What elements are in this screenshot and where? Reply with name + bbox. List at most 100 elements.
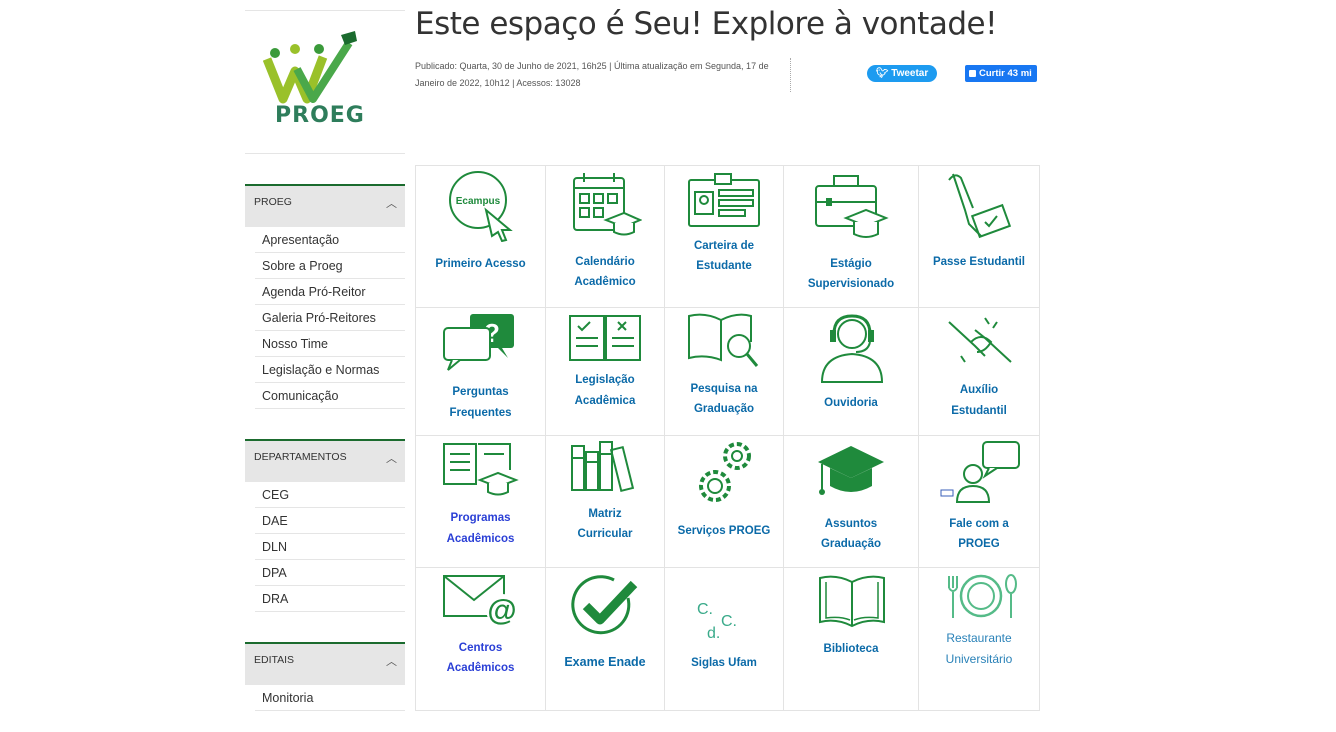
- sidebar-section-title: EDITAIS: [254, 654, 295, 666]
- page-title: Este espaço é Seu! Explore à vontade!: [415, 6, 998, 42]
- tile-siglas-ufam[interactable]: C. C. d. Siglas Ufam: [665, 568, 784, 711]
- proeg-logo-icon: [263, 31, 357, 104]
- headset-agent-icon: [820, 314, 884, 383]
- tile-programas-academicos[interactable]: Programas Acadêmicos: [416, 436, 546, 568]
- sidebar-section-header[interactable]: DEPARTAMENTOS ︿: [245, 439, 405, 482]
- sidebar-item-dln[interactable]: DLN: [255, 534, 405, 560]
- sidebar-item-apresentacao[interactable]: Apresentação: [255, 227, 405, 253]
- book-graduation-icon: [443, 443, 519, 496]
- tweet-button[interactable]: 🐦︎ Tweetar: [867, 65, 937, 82]
- tile-passe-estudantil[interactable]: Passe Estudantil: [919, 166, 1040, 308]
- tile-label: Programas: [450, 512, 511, 524]
- proeg-logo[interactable]: PROEG: [245, 10, 405, 154]
- sidebar-section-title: PROEG: [254, 196, 292, 208]
- tile-label: Fale com a: [949, 518, 1009, 530]
- tile-label: Centros: [458, 642, 503, 654]
- tweet-label: Tweetar: [891, 68, 929, 79]
- sidebar-item-nosso-time[interactable]: Nosso Time: [255, 331, 405, 357]
- letters-abbreviation-icon: C. C. d.: [697, 601, 737, 642]
- tile-label: Auxílio: [959, 384, 999, 396]
- tile-assuntos-graduacao[interactable]: Assuntos Graduação: [784, 436, 919, 568]
- open-book-checklist-icon: [569, 315, 641, 361]
- envelope-at-icon: @: [443, 575, 518, 627]
- meta-line: Janeiro de 2022, 10h12 | Acessos: 13028: [415, 78, 581, 88]
- gears-icon: [699, 442, 751, 502]
- ecampus-text: Ecampus: [456, 196, 501, 207]
- tile-biblioteca[interactable]: Biblioteca: [784, 568, 919, 711]
- hand-pass-card-icon: [948, 173, 1012, 239]
- tile-pesquisa-graduacao[interactable]: Pesquisa na Graduação: [665, 308, 784, 436]
- tile-label: Pesquisa na: [690, 383, 758, 395]
- services-grid: Ecampus Primeiro Acesso Calendário Acadê…: [415, 165, 1040, 711]
- tile-legislacao-academica[interactable]: Legislação Acadêmica: [546, 308, 665, 436]
- tile-calendario-academico[interactable]: Calendário Acadêmico: [546, 166, 665, 308]
- like-label: Curtir 43 mi: [979, 68, 1032, 79]
- tile-restaurante-universitario[interactable]: Restaurante Universitário: [919, 568, 1040, 711]
- svg-text:C.: C.: [697, 601, 713, 618]
- calendar-graduation-icon: [573, 173, 642, 236]
- sidebar-item-comunicacao[interactable]: Comunicação: [255, 383, 405, 409]
- chevron-up-icon[interactable]: ︿: [386, 653, 397, 669]
- tile-primeiro-acesso[interactable]: Ecampus Primeiro Acesso: [416, 166, 546, 308]
- tile-carteira-estudante[interactable]: Carteira de Estudante: [665, 166, 784, 308]
- tile-label: Passe Estudantil: [932, 256, 1026, 268]
- tile-label: Frequentes: [449, 407, 512, 419]
- tile-label: Graduação: [820, 538, 882, 550]
- tile-label: Legislação: [575, 374, 635, 386]
- tile-auxilio-estudantil[interactable]: Auxílio Estudantil: [919, 308, 1040, 436]
- tile-label: Estudante: [696, 260, 752, 272]
- sidebar-item-agenda[interactable]: Agenda Pró-Reitor: [255, 279, 405, 305]
- open-book-icon: [819, 575, 885, 628]
- tile-ouvidoria[interactable]: Ouvidoria: [784, 308, 919, 436]
- sidebar-item-ceg[interactable]: CEG: [255, 482, 405, 508]
- meta-divider: [790, 58, 791, 92]
- tile-label: Acadêmicos: [446, 662, 515, 674]
- tile-label: Carteira de: [693, 240, 755, 252]
- twitter-bird-icon: 🐦︎: [875, 68, 889, 79]
- tile-label: Siglas Ufam: [691, 657, 757, 669]
- person-chat-icon: [940, 441, 1020, 503]
- id-card-icon: [688, 173, 760, 227]
- chevron-up-icon[interactable]: ︿: [386, 195, 397, 211]
- logo-text: PROEG: [275, 103, 365, 128]
- chevron-up-icon[interactable]: ︿: [386, 450, 397, 466]
- article-meta: Publicado: Quarta, 30 de Junho de 2021, …: [415, 58, 777, 92]
- sidebar-item-dae[interactable]: DAE: [255, 508, 405, 534]
- sidebar: PROEG PROEG ︿ Apresentação Sobre a Proeg…: [245, 10, 405, 711]
- svg-text:d.: d.: [707, 625, 720, 642]
- sidebar-item-sobre[interactable]: Sobre a Proeg: [255, 253, 405, 279]
- tile-exame-enade[interactable]: Exame Enade: [546, 568, 665, 711]
- facebook-like-button[interactable]: Curtir 43 mi: [965, 65, 1037, 82]
- tile-label: Primeiro Acesso: [435, 258, 526, 270]
- sidebar-section-header[interactable]: PROEG ︿: [245, 184, 405, 227]
- sidebar-item-galeria[interactable]: Galeria Pró-Reitores: [255, 305, 405, 331]
- tile-label: Matriz: [588, 508, 622, 520]
- svg-text:@: @: [487, 594, 516, 627]
- graduation-cap-icon: [818, 446, 884, 495]
- tile-centros-academicos[interactable]: @ Centros Acadêmicos: [416, 568, 546, 711]
- sidebar-section-departamentos: DEPARTAMENTOS ︿ CEG DAE DLN DPA DRA: [245, 439, 405, 612]
- tile-label: Calendário: [575, 256, 635, 268]
- book-magnifier-icon: [688, 313, 759, 367]
- meta-line: Publicado: Quarta, 30 de Junho de 2021, …: [415, 61, 769, 71]
- tile-label: Perguntas: [452, 386, 509, 398]
- tile-label: PROEG: [958, 538, 1000, 550]
- tile-label: Acadêmica: [574, 395, 636, 407]
- sidebar-item-dra[interactable]: DRA: [255, 586, 405, 612]
- tile-perguntas-frequentes[interactable]: ? Perguntas Frequentes: [416, 308, 546, 436]
- tile-matriz-curricular[interactable]: Matriz Curricular: [546, 436, 665, 568]
- sidebar-section-header[interactable]: EDITAIS ︿: [245, 642, 405, 685]
- tile-fale-proeg[interactable]: Fale com a PROEG: [919, 436, 1040, 568]
- tile-label: Supervisionado: [807, 278, 895, 290]
- sidebar-item-dpa[interactable]: DPA: [255, 560, 405, 586]
- tile-label: Biblioteca: [823, 643, 879, 655]
- sidebar-item-legislacao[interactable]: Legislação e Normas: [255, 357, 405, 383]
- check-circle-icon: [571, 575, 638, 635]
- sidebar-item-monitoria[interactable]: Monitoria: [255, 685, 405, 711]
- tile-servicos-proeg[interactable]: Serviços PROEG: [665, 436, 784, 568]
- handshake-help-icon: [948, 317, 1012, 363]
- briefcase-graduation-icon: [815, 175, 889, 238]
- tile-label: Universitário: [945, 652, 1013, 666]
- faq-chat-icon: ?: [443, 314, 514, 371]
- tile-estagio-supervisionado[interactable]: Estágio Supervisionado: [784, 166, 919, 308]
